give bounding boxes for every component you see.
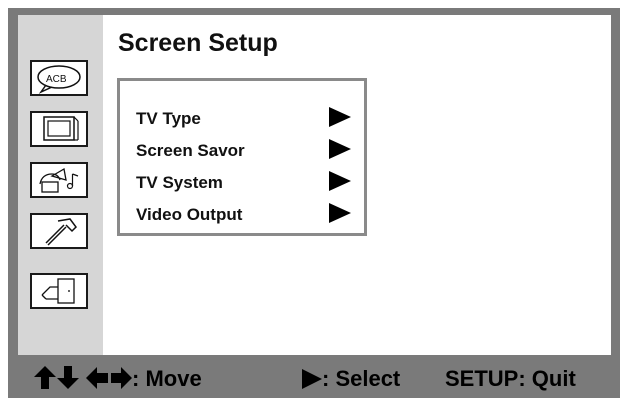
exit-icon[interactable]	[30, 273, 88, 309]
menu-item-video-output[interactable]: Video Output	[136, 202, 356, 228]
menu-item-label: Screen Savor	[136, 141, 245, 160]
osd-screen: ACB Screen Setup TV Type Screen Savor TV…	[8, 8, 620, 398]
menu-item-screen-savor[interactable]: Screen Savor	[136, 138, 356, 164]
arrow-right-nav-icon	[111, 367, 132, 389]
language-icon-text: ACB	[46, 74, 67, 85]
menu-item-tv-system[interactable]: TV System	[136, 170, 356, 196]
arrow-left-icon	[86, 367, 108, 389]
arrow-up-icon	[34, 366, 56, 389]
help-bar: : Move : Select SETUP: Quit	[8, 360, 620, 398]
menu-item-label: TV System	[136, 173, 223, 192]
page-title: Screen Setup	[118, 29, 278, 57]
menu-item-label: Video Output	[136, 205, 243, 224]
tv-screen-icon[interactable]	[30, 111, 88, 147]
arrow-right-icon	[329, 171, 351, 191]
arrow-right-icon	[329, 203, 351, 223]
audio-icon[interactable]	[30, 162, 88, 198]
move-hint: : Move	[132, 366, 202, 391]
setup-menu: TV Type Screen Savor TV System Video Out…	[117, 78, 367, 236]
main-panel: ACB Screen Setup TV Type Screen Savor TV…	[18, 15, 611, 355]
tools-icon[interactable]	[30, 213, 88, 249]
select-triangle-icon	[302, 369, 322, 389]
arrow-right-icon	[329, 107, 351, 127]
language-icon[interactable]: ACB	[30, 60, 88, 96]
quit-hint: SETUP: Quit	[445, 366, 576, 391]
menu-item-label: TV Type	[136, 109, 201, 128]
arrow-right-icon	[329, 139, 351, 159]
arrow-down-icon	[57, 366, 79, 389]
select-hint: : Select	[322, 366, 401, 391]
menu-item-tv-type[interactable]: TV Type	[136, 106, 356, 132]
sidebar: ACB	[18, 15, 103, 355]
